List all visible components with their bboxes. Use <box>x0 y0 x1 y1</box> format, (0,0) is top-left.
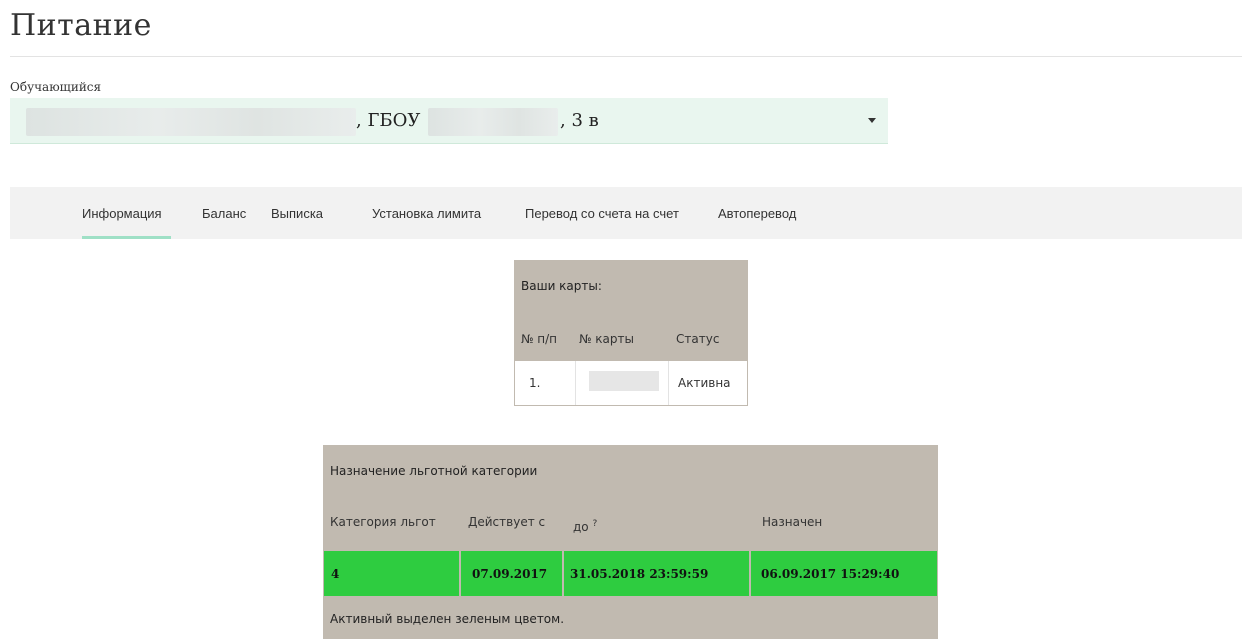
benefit-assigned: 06.09.2017 15:29:40 <box>761 567 900 581</box>
table-row: 4 07.09.2017 31.05.2018 23:59:59 06.09.2… <box>324 551 937 596</box>
benefit-header-to-label: до <box>573 520 589 534</box>
tab-transfer[interactable]: Перевод со счета на счет <box>525 206 679 221</box>
tab-auto-transfer[interactable]: Автоперевод <box>718 206 796 221</box>
card-number-redacted <box>589 371 659 391</box>
help-icon[interactable]: ? <box>592 519 597 529</box>
caret-down-icon[interactable] <box>868 118 876 123</box>
cell-divider <box>562 551 564 596</box>
tab-set-limit[interactable]: Установка лимита <box>372 206 481 221</box>
benefit-note: Активный выделен зеленым цветом. <box>330 612 565 626</box>
student-name-redacted <box>26 108 356 136</box>
benefit-from: 07.09.2017 <box>472 567 548 581</box>
tabs-bar: Информация Баланс Выписка Установка лими… <box>10 187 1242 239</box>
school-name-redacted <box>428 108 558 136</box>
student-class-text: , 3 в <box>560 110 599 131</box>
cards-header-status: Статус <box>676 332 720 346</box>
benefit-category: 4 <box>331 567 340 581</box>
tab-active-indicator <box>82 236 171 239</box>
cell-divider <box>575 361 576 405</box>
cell-divider <box>459 551 461 596</box>
benefit-to: 31.05.2018 23:59:59 <box>570 567 709 581</box>
cell-divider <box>668 361 669 405</box>
benefit-header-to: до ? <box>573 519 597 534</box>
cards-header-card: № карты <box>579 332 634 346</box>
student-select[interactable]: , ГБОУ , 3 в <box>10 98 888 144</box>
cards-title: Ваши карты: <box>521 279 602 293</box>
student-label: Обучающийся <box>10 80 102 94</box>
benefit-header-assigned: Назначен <box>762 515 823 529</box>
cards-header-num: № п/п <box>521 332 558 346</box>
card-row-num: 1. <box>529 376 541 390</box>
benefit-header-from: Действует с <box>468 515 546 529</box>
cell-divider <box>749 551 751 596</box>
title-divider <box>10 56 1242 57</box>
benefit-header-category: Категория льгот <box>330 515 436 529</box>
cards-table: Ваши карты: № п/п № карты Статус 1. Акти… <box>514 260 748 406</box>
card-row-status: Активна <box>678 376 731 390</box>
student-school-text: , ГБОУ <box>356 110 421 131</box>
page-title: Питание <box>10 8 152 43</box>
tab-statement[interactable]: Выписка <box>271 206 323 221</box>
tab-balance[interactable]: Баланс <box>202 206 246 221</box>
benefit-title: Назначение льготной категории <box>330 464 538 478</box>
table-row: 1. Активна <box>515 361 747 405</box>
benefit-table: Назначение льготной категории Категория … <box>323 445 938 639</box>
tab-information[interactable]: Информация <box>82 206 162 221</box>
